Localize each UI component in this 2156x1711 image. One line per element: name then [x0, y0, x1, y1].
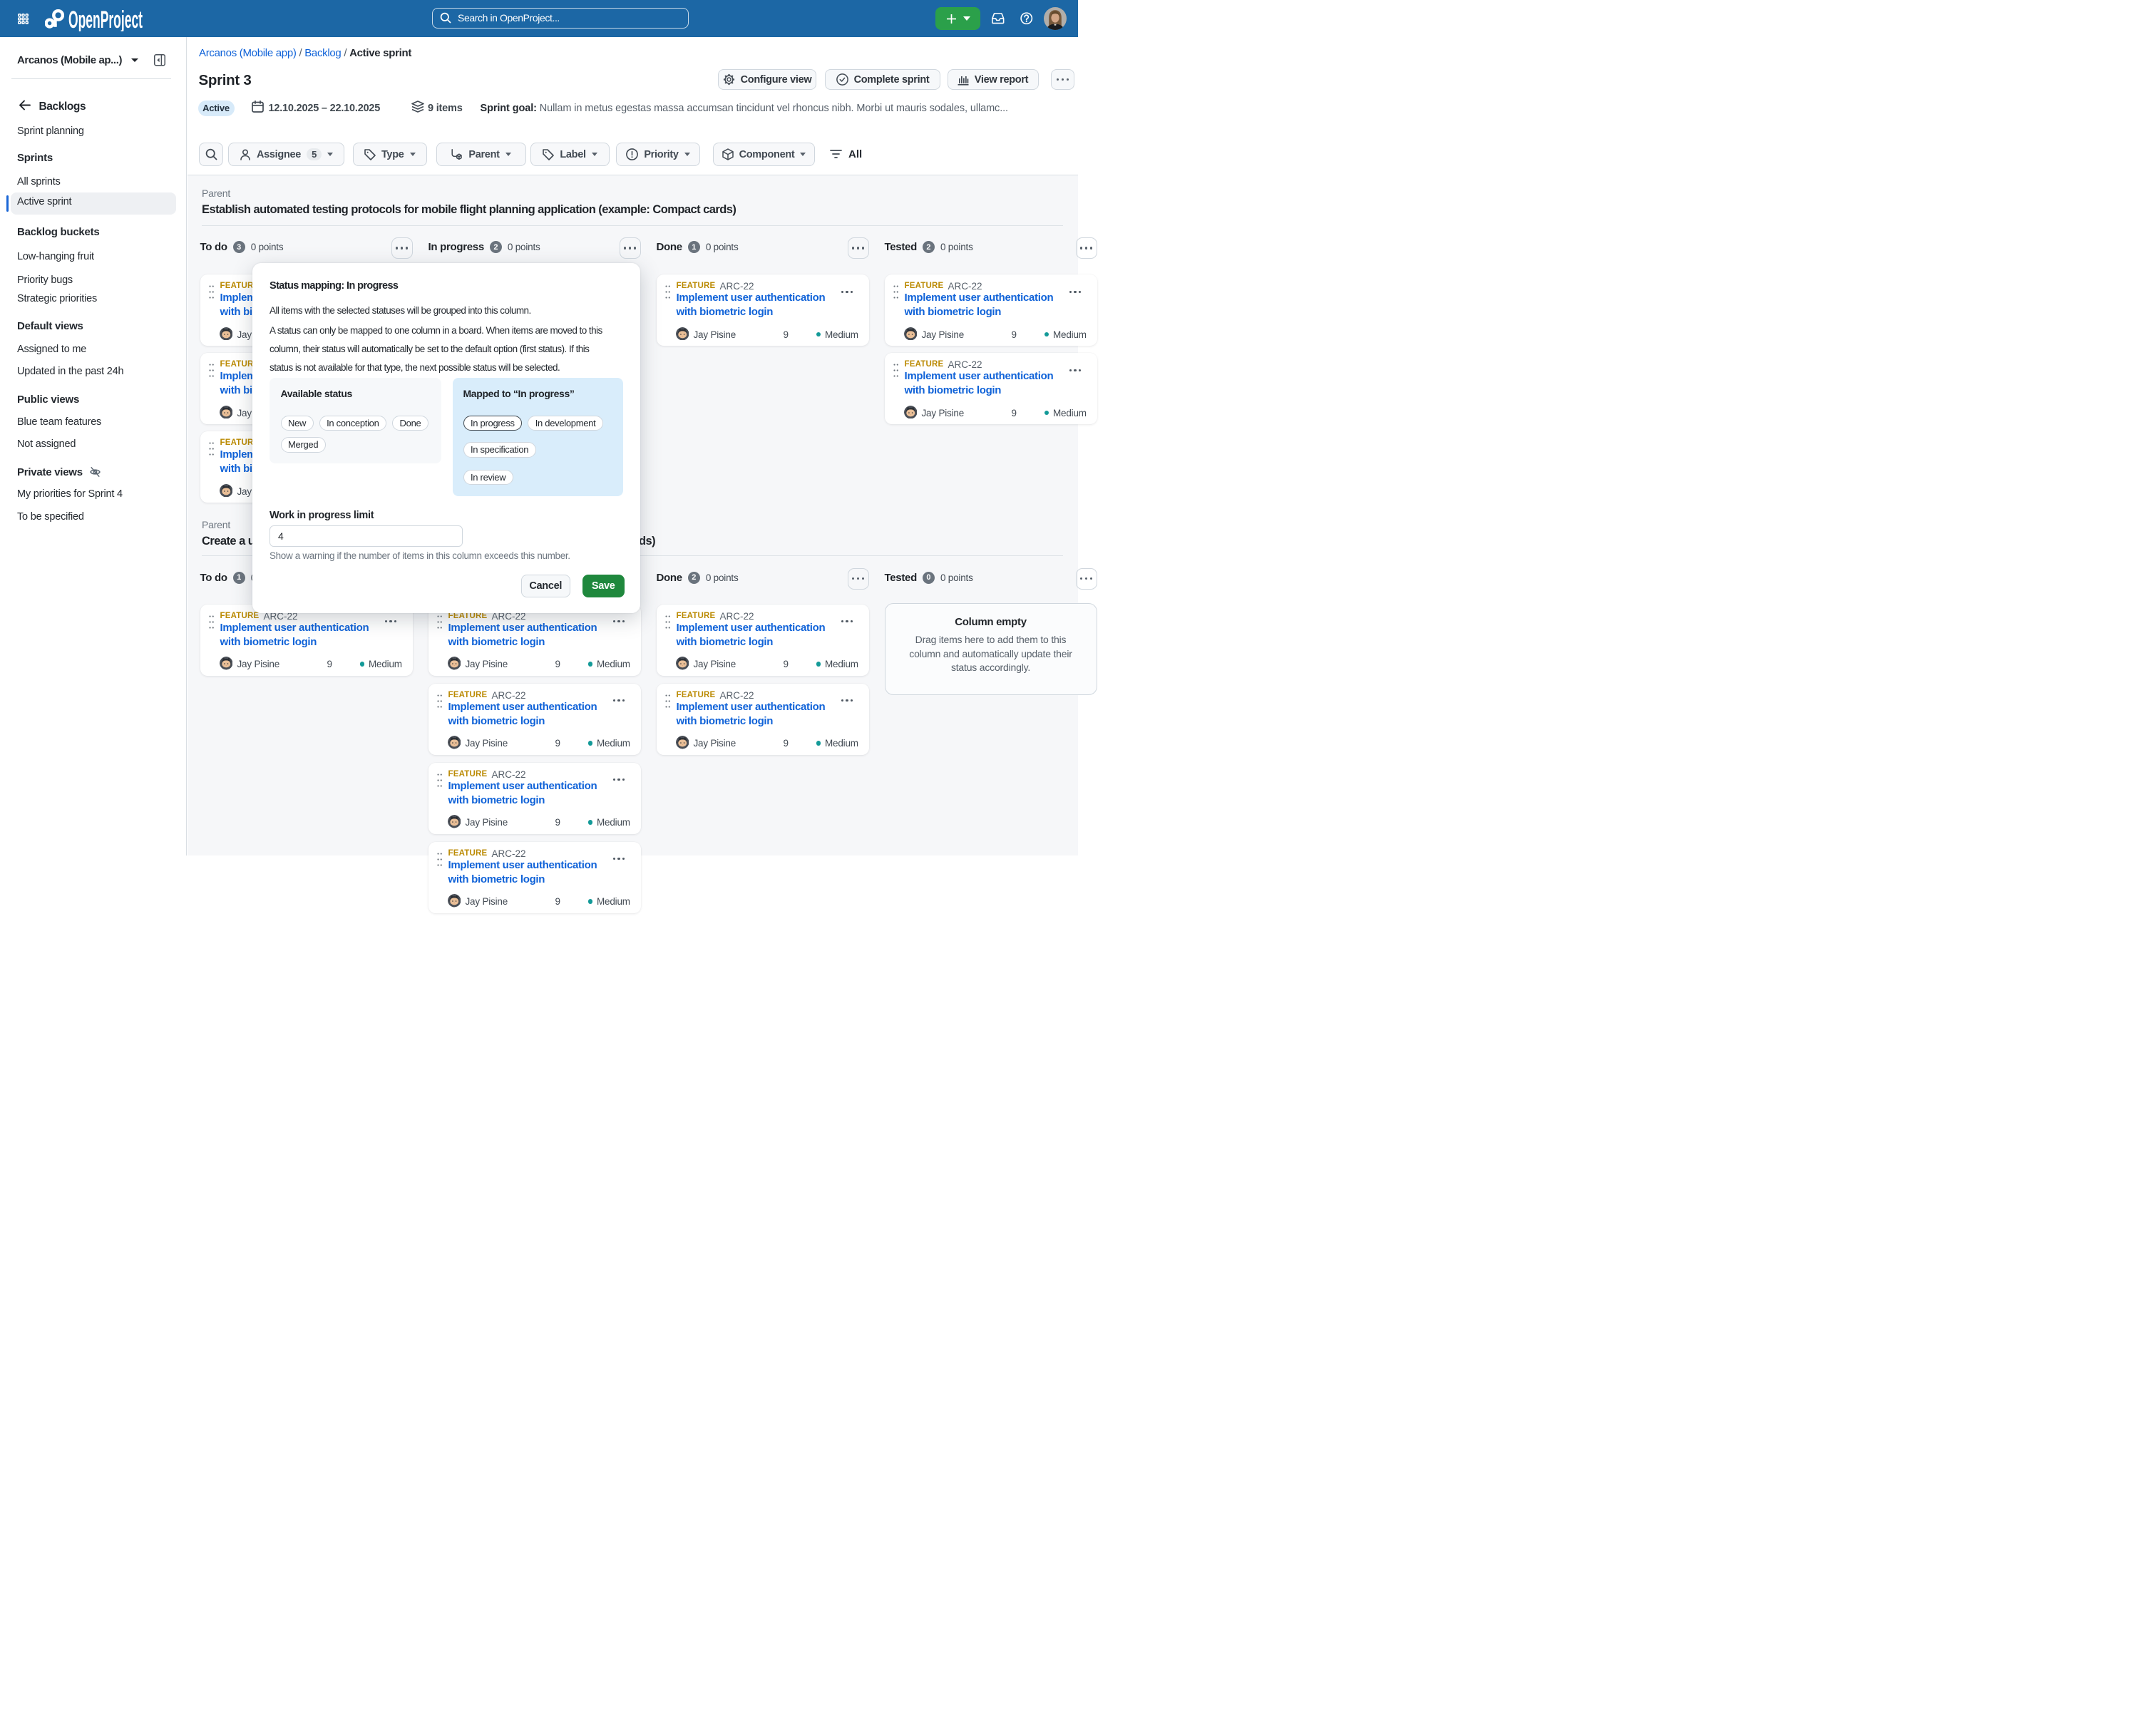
svg-text:OpenProject: OpenProject [68, 6, 143, 31]
